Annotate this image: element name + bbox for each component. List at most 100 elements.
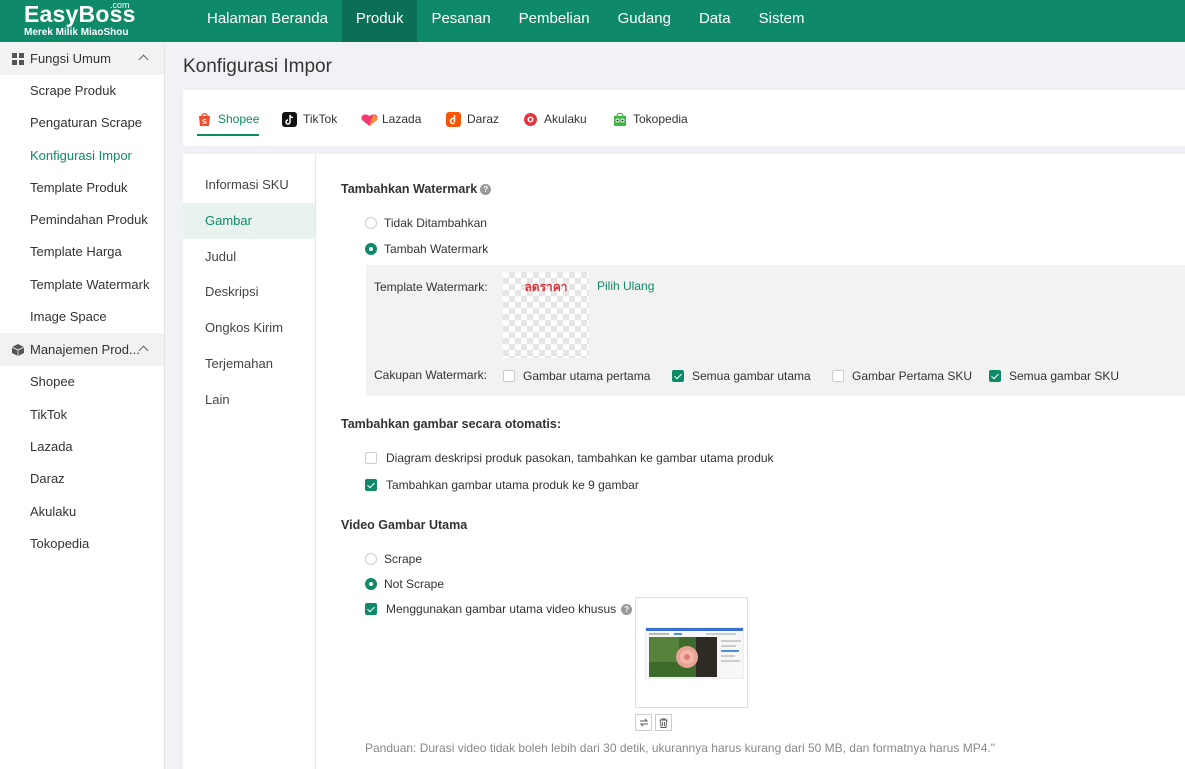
tab-label: TikTok xyxy=(303,112,338,126)
nav-item-produk[interactable]: Produk xyxy=(341,0,418,42)
nav-item-home[interactable]: Halaman Beranda xyxy=(193,0,342,42)
sidebar-item-daraz[interactable]: Daraz xyxy=(0,463,164,495)
auto-images-option-supplier-diagram[interactable]: Diagram deskripsi produk pasokan, tambah… xyxy=(365,451,774,465)
main-nav: Halaman Beranda Produk Pesanan Pembelian… xyxy=(193,0,818,42)
main-area: Konfigurasi Impor S Shopee TikTok Lazada… xyxy=(165,42,1185,769)
checkbox[interactable] xyxy=(365,452,377,464)
nav-item-sistem[interactable]: Sistem xyxy=(745,0,819,42)
tab-shopee[interactable]: S Shopee xyxy=(197,108,260,136)
watermark-scope-label: Cakupan Watermark: xyxy=(374,368,487,382)
tab-daraz[interactable]: Daraz xyxy=(446,108,499,130)
reselect-watermark-link[interactable]: Pilih Ulang xyxy=(597,279,654,293)
subnav-terjemahan[interactable]: Terjemahan xyxy=(183,346,315,382)
sidebar-item-template-watermark[interactable]: Template Watermark xyxy=(0,269,164,301)
sidebar-item-pemindahan-produk[interactable]: Pemindahan Produk xyxy=(0,204,164,236)
sidebar-item-pengaturan-scrape[interactable]: Pengaturan Scrape xyxy=(0,107,164,139)
daraz-icon xyxy=(446,111,461,127)
radio-label: Not Scrape xyxy=(384,577,445,591)
radio-video-scrape[interactable]: Scrape xyxy=(365,552,422,566)
video-cover-upload[interactable] xyxy=(635,597,748,708)
brand-subtitle: Merek Milik MiaoShou xyxy=(24,27,129,38)
radio-button[interactable] xyxy=(365,243,377,255)
tiktok-icon xyxy=(282,111,297,127)
checkbox[interactable] xyxy=(365,603,377,615)
radio-video-not-scrape[interactable]: Not Scrape xyxy=(365,577,444,591)
sidebar-group-label: Fungsi Umum xyxy=(30,51,111,66)
sidebar-item-image-space[interactable]: Image Space xyxy=(0,301,164,333)
sidebar-item-tiktok[interactable]: TikTok xyxy=(0,399,164,431)
top-bar: EasyBoss .com Merek Milik MiaoShou Halam… xyxy=(0,0,1185,42)
scope-all-sku-images[interactable]: Semua gambar SKU xyxy=(989,369,1119,383)
tab-akulaku[interactable]: Akulaku xyxy=(523,108,587,130)
delete-icon[interactable] xyxy=(655,714,672,731)
akulaku-icon xyxy=(523,112,538,127)
checkbox[interactable] xyxy=(503,370,515,382)
brand-logo[interactable]: EasyBoss .com Merek Milik MiaoShou xyxy=(24,0,174,42)
sidebar-item-template-produk[interactable]: Template Produk xyxy=(0,172,164,204)
sidebar-item-tokopedia[interactable]: Tokopedia xyxy=(0,528,164,560)
nav-item-gudang[interactable]: Gudang xyxy=(604,0,685,42)
custom-video-cover-option[interactable]: Menggunakan gambar utama video khusus? xyxy=(365,602,633,616)
sidebar-group-manajemen-produk[interactable]: Manajemen Prod... xyxy=(0,333,164,367)
watermark-title-text: Tambahkan Watermark xyxy=(341,182,478,196)
nav-item-pembelian[interactable]: Pembelian xyxy=(505,0,604,42)
help-icon[interactable]: ? xyxy=(480,184,492,196)
watermark-template-preview[interactable]: ลดราคา xyxy=(503,272,589,358)
subnav-lain[interactable]: Lain xyxy=(183,382,315,418)
checkbox-label: Menggunakan gambar utama video khusus xyxy=(386,602,617,616)
subnav-informasi-sku[interactable]: Informasi SKU xyxy=(183,167,315,203)
watermark-template-text: ลดราคา xyxy=(524,280,568,294)
radio-watermark-add[interactable]: Tambah Watermark xyxy=(365,242,488,256)
radio-button[interactable] xyxy=(365,553,377,565)
auto-images-option-nine-images[interactable]: Tambahkan gambar utama produk ke 9 gamba… xyxy=(365,478,639,492)
checkbox-label: Semua gambar SKU xyxy=(1009,369,1120,383)
tab-tokopedia[interactable]: Tokopedia xyxy=(612,108,688,130)
page-title: Konfigurasi Impor xyxy=(183,56,332,77)
checkbox-label: Semua gambar utama xyxy=(692,369,811,383)
brand-com: .com xyxy=(110,0,130,10)
subnav-judul[interactable]: Judul xyxy=(183,239,315,275)
replace-icon[interactable] xyxy=(635,714,652,731)
watermark-template-label: Template Watermark: xyxy=(374,280,488,294)
tab-label: Shopee xyxy=(218,112,260,126)
checkbox-label: Gambar utama pertama xyxy=(523,369,651,383)
tab-label: Tokopedia xyxy=(633,112,688,126)
checkbox-label: Tambahkan gambar utama produk ke 9 gamba… xyxy=(386,478,639,492)
sidebar-group-fungsi-umum[interactable]: Fungsi Umum xyxy=(0,42,164,75)
sidebar-group-label: Manajemen Prod... xyxy=(30,342,140,358)
sidebar-item-template-harga[interactable]: Template Harga xyxy=(0,236,164,268)
radio-watermark-none[interactable]: Tidak Ditambahkan xyxy=(365,216,487,230)
radio-button[interactable] xyxy=(365,217,377,229)
nav-item-data[interactable]: Data xyxy=(685,0,745,42)
watermark-settings-panel: Template Watermark: ลดราคา Pilih Ulang C… xyxy=(366,265,1185,396)
svg-text:S: S xyxy=(202,118,207,126)
checkbox[interactable] xyxy=(672,370,684,382)
radio-label: Scrape xyxy=(384,552,423,566)
checkbox[interactable] xyxy=(832,370,844,382)
settings-card: Informasi SKU Gambar Judul Deskripsi Ong… xyxy=(183,154,1185,769)
nav-item-pesanan[interactable]: Pesanan xyxy=(417,0,504,42)
chevron-up-icon[interactable] xyxy=(138,54,149,65)
checkbox[interactable] xyxy=(365,479,377,491)
tab-tiktok[interactable]: TikTok xyxy=(282,108,337,130)
tokopedia-icon xyxy=(612,112,627,127)
tab-lazada[interactable]: Lazada xyxy=(361,108,421,130)
radio-button[interactable] xyxy=(365,578,377,590)
shopee-icon: S xyxy=(197,112,212,127)
scope-first-sku-image[interactable]: Gambar Pertama SKU xyxy=(832,369,972,383)
scope-first-main-image[interactable]: Gambar utama pertama xyxy=(503,369,650,383)
subnav-gambar[interactable]: Gambar xyxy=(183,202,315,239)
checkbox[interactable] xyxy=(989,370,1001,382)
sidebar-item-konfigurasi-impor[interactable]: Konfigurasi Impor xyxy=(0,140,164,172)
tab-label: Akulaku xyxy=(544,112,587,126)
sidebar-item-akulaku[interactable]: Akulaku xyxy=(0,496,164,528)
subnav-ongkos-kirim[interactable]: Ongkos Kirim xyxy=(183,310,315,346)
checkbox-label: Gambar Pertama SKU xyxy=(852,369,973,383)
scope-all-main-images[interactable]: Semua gambar utama xyxy=(672,369,811,383)
sidebar-item-shopee[interactable]: Shopee xyxy=(0,366,164,398)
chevron-up-icon[interactable] xyxy=(138,345,149,356)
subnav-deskripsi[interactable]: Deskripsi xyxy=(183,274,315,310)
help-icon[interactable]: ? xyxy=(621,603,633,615)
sidebar-item-scrape-produk[interactable]: Scrape Produk xyxy=(0,75,164,107)
sidebar-item-lazada[interactable]: Lazada xyxy=(0,431,164,463)
